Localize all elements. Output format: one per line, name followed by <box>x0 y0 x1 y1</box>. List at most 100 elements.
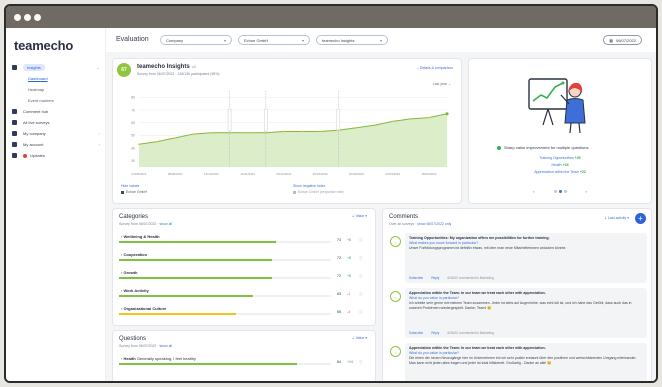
comment-text: Die einen der neuen Neuzugänge hier im U… <box>409 356 637 365</box>
category-name: › Wellbeing & Health <box>121 234 160 239</box>
next-icon[interactable]: › <box>586 189 587 194</box>
megaphone-icon <box>12 153 17 158</box>
highlight-line-delta: +24 <box>562 163 569 167</box>
x-tick-label: 30/01/2022 <box>313 172 328 176</box>
reply-button[interactable]: Reply <box>431 331 439 335</box>
pager-dot[interactable] <box>553 190 557 193</box>
info-icon[interactable]: ⓘ <box>359 310 363 315</box>
category-row[interactable]: › Cooperation 72 +8 ⓘ <box>119 249 369 267</box>
event-marker-tag <box>227 108 232 132</box>
x-tick-label: 08/09/2021 <box>168 172 183 176</box>
comment-text: Unser Fortbildungsprogramm ist definitiv… <box>409 246 567 250</box>
value-bar-fill <box>119 241 276 243</box>
info-icon[interactable]: ⓘ <box>359 256 363 261</box>
status-dot-icon <box>497 145 501 150</box>
data-point <box>319 130 322 133</box>
data-point <box>391 120 394 123</box>
show-all-link[interactable]: show all <box>159 344 172 348</box>
company-filter-select[interactable]: Company ▾ <box>160 35 232 45</box>
subscribe-button[interactable]: Subscribe <box>409 331 423 335</box>
add-comment-button[interactable]: + <box>635 213 646 224</box>
sidebar-item-comment-hub[interactable]: Comment hub <box>6 106 106 117</box>
sidebar-item-insights[interactable]: Insights ⌄ <box>6 62 106 73</box>
info-icon[interactable]: ⓘ <box>359 360 363 365</box>
details-link[interactable]: ⌕ Details & comparison <box>417 66 453 70</box>
chevron-down-icon: ▾ <box>223 37 226 43</box>
category-row[interactable]: › Growth 72 +8 ⓘ <box>119 267 369 285</box>
highlight-line-label: Appreciation within the Team <box>534 170 579 174</box>
period-select[interactable]: Last year ⌄ <box>433 82 451 86</box>
prev-icon[interactable]: ‹ <box>533 189 534 194</box>
questions-title: Questions <box>119 336 147 342</box>
category-name: › Growth <box>121 270 137 275</box>
comment-item[interactable]: ◡ Appreciation within the Team: In our te… <box>387 343 647 381</box>
question-value: 84 <box>337 360 341 364</box>
activity-filter[interactable]: ⇣ Last activity ▾ <box>604 216 629 220</box>
sidebar-item-my-company[interactable]: My company › <box>6 128 106 139</box>
window-dot-icon <box>24 14 31 21</box>
category-delta: +8 <box>347 256 351 260</box>
window-dot-icon <box>34 14 41 21</box>
info-icon[interactable]: ⓘ <box>359 292 363 297</box>
info-icon[interactable]: ⓘ <box>359 238 363 243</box>
show-only-link[interactable]: show 06/07/2022 only <box>417 222 451 226</box>
window-dot-icon <box>14 14 21 21</box>
value-bar <box>119 277 331 279</box>
pager-dot[interactable] <box>558 190 562 193</box>
legend-compare-label: Echoe GmbH (response rate) <box>298 190 344 194</box>
comment-item[interactable]: ◡ Appreciation within the Team: In our te… <box>387 288 647 338</box>
sort-select[interactable]: ⇣ Value ▾ <box>352 214 367 218</box>
category-delta: +8 <box>347 274 351 278</box>
question-label: Health <box>123 356 136 361</box>
show-negative-link[interactable]: Show negative index <box>293 184 325 188</box>
version-label: v2 <box>191 64 196 69</box>
data-point <box>138 143 140 146</box>
data-point <box>246 131 249 134</box>
category-row[interactable]: › Work Activity 63 -1 ⓘ <box>119 285 369 303</box>
category-value: 72 <box>337 256 341 260</box>
sort-select[interactable]: ⇣ Value ▾ <box>352 336 367 340</box>
pager-dot[interactable] <box>563 190 567 193</box>
survey-filter-select[interactable]: teamecho Insights ▾ <box>316 35 388 45</box>
sidebar-item-label: My company <box>23 131 46 136</box>
x-tick-label: 18/05/2022 <box>421 172 436 176</box>
team-filter-select[interactable]: Echoe GmbH ▾ <box>238 35 310 45</box>
question-desc: Generally speaking, I feel healthy <box>136 356 196 361</box>
category-row[interactable]: › Wellbeing & Health 74 +8 ⓘ <box>119 231 369 249</box>
info-icon[interactable]: ⓘ <box>359 274 363 279</box>
date-picker-button[interactable]: ▦ 06/07/2022 <box>603 35 642 45</box>
comment-timestamp: 6/06/20 commented in Marketing <box>447 331 494 335</box>
sidebar-item-my-account[interactable]: My account › <box>6 139 106 150</box>
sidebar-item-label: My account <box>23 142 44 147</box>
date-label: 06/07/2022 <box>615 37 636 43</box>
sidebar-item-updates[interactable]: Updates <box>6 150 106 161</box>
comment-item[interactable]: ◡ Training Opportunities: My organization… <box>387 233 647 283</box>
sidebar-item-heatmap[interactable]: Heatmap <box>6 84 106 95</box>
data-point-latest <box>445 112 449 116</box>
questions-meta: Survey from 06/07/2022 · show all <box>119 344 172 348</box>
sidebar-item-dashboard[interactable]: Dashboard <box>6 73 106 84</box>
hide-values-link[interactable]: Hide values <box>121 184 139 188</box>
question-row[interactable]: › Health Generally speaking, I feel heal… <box>119 353 369 371</box>
sidebar-item-event-markers[interactable]: Event markers <box>6 95 106 106</box>
category-label: Work Activity <box>123 288 149 293</box>
building-icon <box>12 131 17 136</box>
highlight-line[interactable]: Training Opportunities +25 <box>469 156 651 160</box>
data-point <box>283 130 285 133</box>
sidebar-item-all-live-surveys[interactable]: All live surveys <box>6 117 106 128</box>
show-all-link[interactable]: show all <box>159 222 172 226</box>
chevron-down-icon: ⌄ <box>448 82 451 86</box>
category-row[interactable]: › Organizational Culture 55 -4 ⓘ <box>119 303 369 321</box>
reply-button[interactable]: Reply <box>431 276 439 280</box>
insights-card: 67 teamecho Insights v2 Survey from 06/07… <box>112 58 462 204</box>
subscribe-button[interactable]: Subscribe <box>409 276 423 280</box>
chart-icon <box>12 65 17 70</box>
logo[interactable]: teamecho <box>14 38 73 53</box>
insights-meta: Survey from 06/07/2022 · 136/136 partici… <box>137 72 220 76</box>
sidebar-item-label: Event markers <box>28 98 54 103</box>
highlight-line[interactable]: Appreciation within the Team +22 <box>469 170 651 174</box>
comments-meta-text: Over all surveys · <box>389 222 418 226</box>
filter-label: Echoe GmbH <box>244 37 269 43</box>
highlight-line[interactable]: Health +24 <box>469 163 651 167</box>
y-tick-label: 60 <box>131 121 135 125</box>
